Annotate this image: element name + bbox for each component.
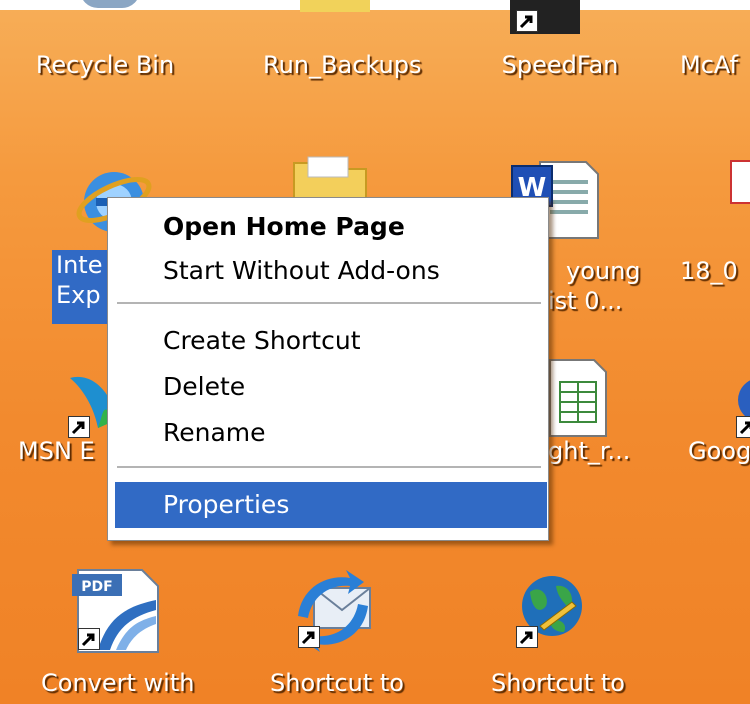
shortcut-arrow-icon [736, 416, 750, 438]
globe-shortcut-icon[interactable] [510, 566, 590, 654]
pdf-convert-icon[interactable]: PDF [68, 566, 164, 656]
word-doc-label-line2: ist 0... [548, 287, 623, 315]
context-menu[interactable]: Open Home Page Start Without Add-ons Cre… [107, 197, 549, 541]
shortcut-arrow-icon [516, 10, 538, 32]
msn-label: MSN E [18, 437, 95, 465]
ie-label-line1: Inte [56, 251, 103, 279]
menu-item-delete[interactable]: Delete [115, 364, 547, 410]
excel-doc-label: ght_r... [548, 437, 631, 465]
menu-item-properties[interactable]: Properties [115, 482, 547, 528]
menu-separator [117, 466, 541, 468]
speedfan-partial-icon[interactable] [510, 0, 580, 34]
shortcut-arrow-icon [298, 626, 320, 648]
convert-with-label: Convert with [41, 669, 195, 697]
word-doc-label-line1: young [566, 257, 641, 285]
google-icon[interactable] [732, 370, 750, 440]
ie-label-line2: Exp [56, 281, 101, 309]
desktop[interactable]: Recycle Bin Run_Backups SpeedFan McAf In… [0, 0, 750, 704]
right-18-label: 18_0 [680, 257, 738, 285]
shortcut-arrow-icon [78, 628, 100, 650]
ie-label-selected[interactable]: Inte Exp [52, 250, 108, 324]
menu-item-open-home-page[interactable]: Open Home Page [115, 204, 547, 250]
shortcut-arrow-icon [516, 626, 538, 648]
excel-document-icon[interactable] [548, 358, 608, 438]
pdf-doc-partial-icon[interactable] [730, 160, 750, 204]
mcafee-label: McAf [680, 51, 738, 79]
svg-text:PDF: PDF [81, 579, 112, 595]
menu-item-rename[interactable]: Rename [115, 410, 547, 456]
speedfan-label: SpeedFan [501, 51, 619, 79]
menu-separator [117, 302, 541, 304]
shortcut-to-1-label: Shortcut to [270, 669, 404, 697]
outlook-shortcut-icon[interactable] [288, 566, 378, 654]
menu-item-create-shortcut[interactable]: Create Shortcut [115, 318, 547, 364]
recycle-bin-label: Recycle Bin [35, 51, 175, 79]
shortcut-arrow-icon [68, 416, 90, 438]
folder-partial-icon[interactable] [300, 0, 370, 12]
menu-item-start-without-addons[interactable]: Start Without Add-ons [115, 248, 547, 294]
google-label: Goog [688, 437, 750, 465]
shortcut-to-2-label: Shortcut to [491, 669, 625, 697]
run-backups-label: Run_Backups [263, 51, 422, 79]
